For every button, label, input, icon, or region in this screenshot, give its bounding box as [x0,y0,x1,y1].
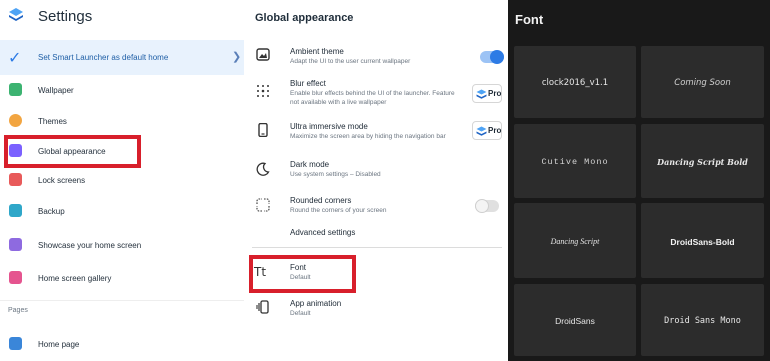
divider [0,300,244,301]
font-option-droid-sans-mono[interactable]: Droid Sans Mono [641,284,764,356]
setting-description: Round the corners of your screen [290,207,387,214]
sidebar-item-global-appearance[interactable]: Global appearance [0,139,244,165]
page-title: Settings [38,8,93,25]
setting-title: Font [290,263,307,272]
divider [252,247,502,248]
setting-app-animation[interactable]: App animation Default [244,296,508,322]
chevron-right-icon: ❯ [232,51,242,63]
setting-title: Ultra immersive mode [290,122,368,131]
sidebar-item-label: Home page [38,340,80,349]
setting-description: Default [290,274,311,281]
setting-title: Rounded corners [290,196,352,205]
font-option-dancing-script-bold[interactable]: Dancing Script Bold [641,124,764,198]
page-title: Global appearance [255,12,354,24]
ambient-theme-icon [256,48,270,61]
smart-launcher-logo [9,8,23,21]
rounded-corners-icon [256,198,270,212]
pro-badge[interactable]: Pro [472,84,502,103]
font-option-label: DroidSans [555,316,595,326]
setting-description: Adapt the UI to the user current wallpap… [290,58,411,65]
sidebar-item-label: Lock screens [38,176,86,185]
phone-icon [258,123,268,137]
font-option-cutive-mono[interactable]: Cutive Mono [514,124,636,198]
font-option-droidsans-bold[interactable]: DroidSans-Bold [641,203,764,278]
sidebar-item-backup[interactable]: Backup [0,199,244,225]
home-icon [9,337,22,350]
setting-title: Ambient theme [290,47,344,56]
themes-icon [9,114,22,127]
blur-icon [257,85,269,97]
setting-description: Use system settings – Disabled [290,171,381,178]
sidebar-item-wallpaper[interactable]: Wallpaper [0,78,244,104]
settings-header: Settings [0,0,244,36]
set-default-home-button[interactable]: ✓ Set Smart Launcher as default home ❯ [0,40,244,75]
setting-title: Blur effect [290,79,326,88]
sidebar-item-label: Wallpaper [38,86,74,95]
global-appearance-panel: Global appearance Ambient theme Adapt th… [244,0,508,361]
sidebar-item-label: Home screen gallery [38,274,112,283]
font-option-droidsans[interactable]: DroidSans [514,284,636,356]
setting-blur-effect[interactable]: Blur effect Enable blur effects behind t… [244,79,508,113]
sidebar-item-themes[interactable]: Themes [0,109,244,135]
moon-icon [256,162,270,176]
pro-logo-icon [476,89,487,99]
font-option-label: Coming Soon [674,78,731,88]
text-size-icon: Tt [254,265,267,279]
font-picker-panel: Font clock2016_v1.1 Coming Soon Cutive M… [508,0,770,361]
font-option-label: Cutive Mono [541,157,609,167]
font-option-label: Dancing Script [550,237,600,246]
font-option-label: Droid Sans Mono [664,316,741,326]
sidebar-item-label: Showcase your home screen [38,241,142,250]
setting-rounded-corners[interactable]: Rounded corners Round the corners of you… [244,194,508,218]
sidebar-item-home-screen-gallery[interactable]: Home screen gallery [0,266,244,292]
sidebar-item-label: Backup [38,207,65,216]
setting-title: Dark mode [290,160,330,169]
font-option-clock2016[interactable]: clock2016_v1.1 [514,46,636,118]
sidebar-item-label: Themes [38,117,67,126]
animation-icon [256,300,269,314]
gallery-icon [9,271,22,284]
setting-ultra-immersive[interactable]: Ultra immersive mode Maximize the screen… [244,120,508,146]
rounded-corners-toggle[interactable] [475,199,499,213]
font-option-dancing-script[interactable]: Dancing Script [514,203,636,278]
showcase-icon [9,238,22,251]
font-option-label: clock2016_v1.1 [541,78,609,88]
setting-description: Default [290,310,311,317]
sidebar-item-home-page[interactable]: Home page [0,332,244,358]
global-appearance-icon [9,144,22,157]
setting-description: Enable blur effects behind the UI of the… [290,90,455,106]
font-option-label: DroidSans-Bold [670,237,735,247]
advanced-settings-label: Advanced settings [290,228,356,237]
setting-description: Maximize the screen area by hiding the n… [290,133,446,140]
section-label-pages: Pages [8,307,28,314]
font-option-label: Dancing Script Bold [657,157,748,167]
setting-dark-mode[interactable]: Dark mode Use system settings – Disabled [244,158,508,182]
wallpaper-icon [9,83,22,96]
pro-badge[interactable]: Pro [472,121,502,140]
setting-title: App animation [290,299,342,308]
check-icon: ✓ [8,50,22,67]
sidebar-item-label: Global appearance [38,147,106,156]
sidebar-item-showcase[interactable]: Showcase your home screen [0,233,244,259]
font-option-coming-soon[interactable]: Coming Soon [641,46,764,118]
pro-badge-label: Pro [488,126,502,135]
settings-panel: Settings ✓ Set Smart Launcher as default… [0,0,244,361]
pro-badge-label: Pro [488,89,502,98]
setting-ambient-theme[interactable]: Ambient theme Adapt the UI to the user c… [244,44,508,72]
set-default-home-label: Set Smart Launcher as default home [38,53,169,62]
page-title: Font [515,12,544,27]
setting-font[interactable]: Tt Font Default [244,260,508,286]
backup-icon [9,204,22,217]
sidebar-item-lock-screens[interactable]: Lock screens [0,168,244,194]
lock-icon [9,173,22,186]
pro-logo-icon [476,126,487,136]
ambient-theme-toggle[interactable] [480,50,504,64]
